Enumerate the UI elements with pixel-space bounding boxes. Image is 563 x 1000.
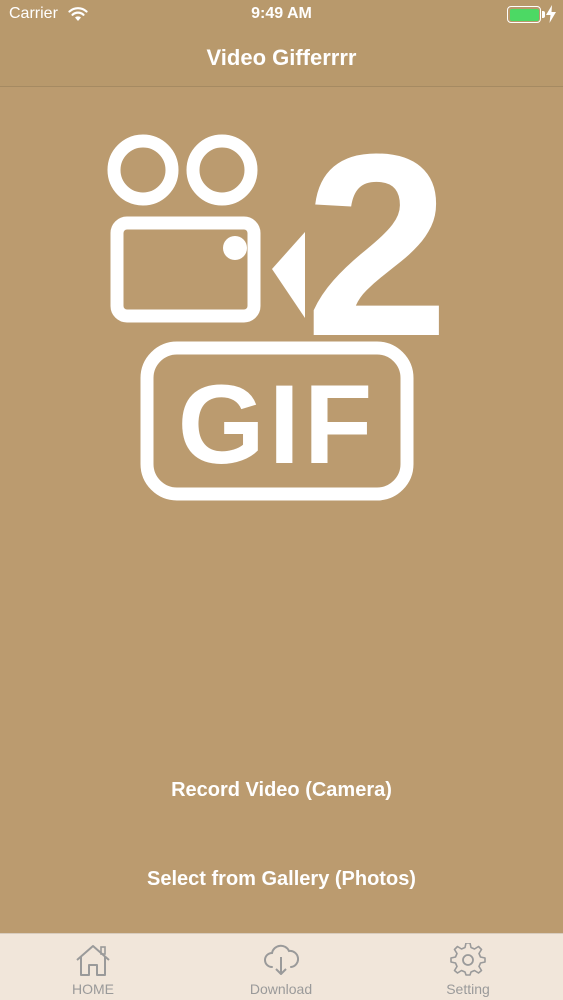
navigation-bar: Video Gifferrrr: [0, 30, 563, 87]
tab-download-label: Download: [249, 981, 313, 997]
tab-setting-label: Setting: [446, 981, 490, 997]
tab-bar: HOME Download Setting: [0, 933, 563, 1000]
page-title: Video Gifferrrr: [206, 45, 357, 70]
tab-home[interactable]: HOME: [23, 934, 163, 1000]
charging-bolt-icon: [546, 5, 556, 23]
status-time: 9:49 AM: [251, 5, 312, 22]
app-logo: 2 GIF: [107, 130, 449, 501]
tab-home-label: HOME: [72, 981, 114, 997]
tab-download[interactable]: Download: [211, 934, 351, 1000]
home-icon: [76, 945, 110, 976]
gear-icon: [450, 943, 486, 976]
gif-badge-text: GIF: [178, 362, 377, 487]
battery-cap: [542, 11, 545, 18]
app-screen: Carrier 9:49 AM Video Gifferrrr 2 GIF Re…: [0, 0, 563, 1000]
select-gallery-button[interactable]: Select from Gallery (Photos): [0, 868, 563, 891]
tab-setting[interactable]: Setting: [398, 934, 538, 1000]
battery-fill: [509, 8, 539, 21]
battery-icon: [507, 6, 541, 23]
record-video-button[interactable]: Record Video (Camera): [0, 779, 563, 802]
video-camera-icon: [107, 134, 305, 323]
status-bar: Carrier 9:49 AM: [0, 0, 563, 30]
cloud-download-icon: [264, 944, 299, 975]
